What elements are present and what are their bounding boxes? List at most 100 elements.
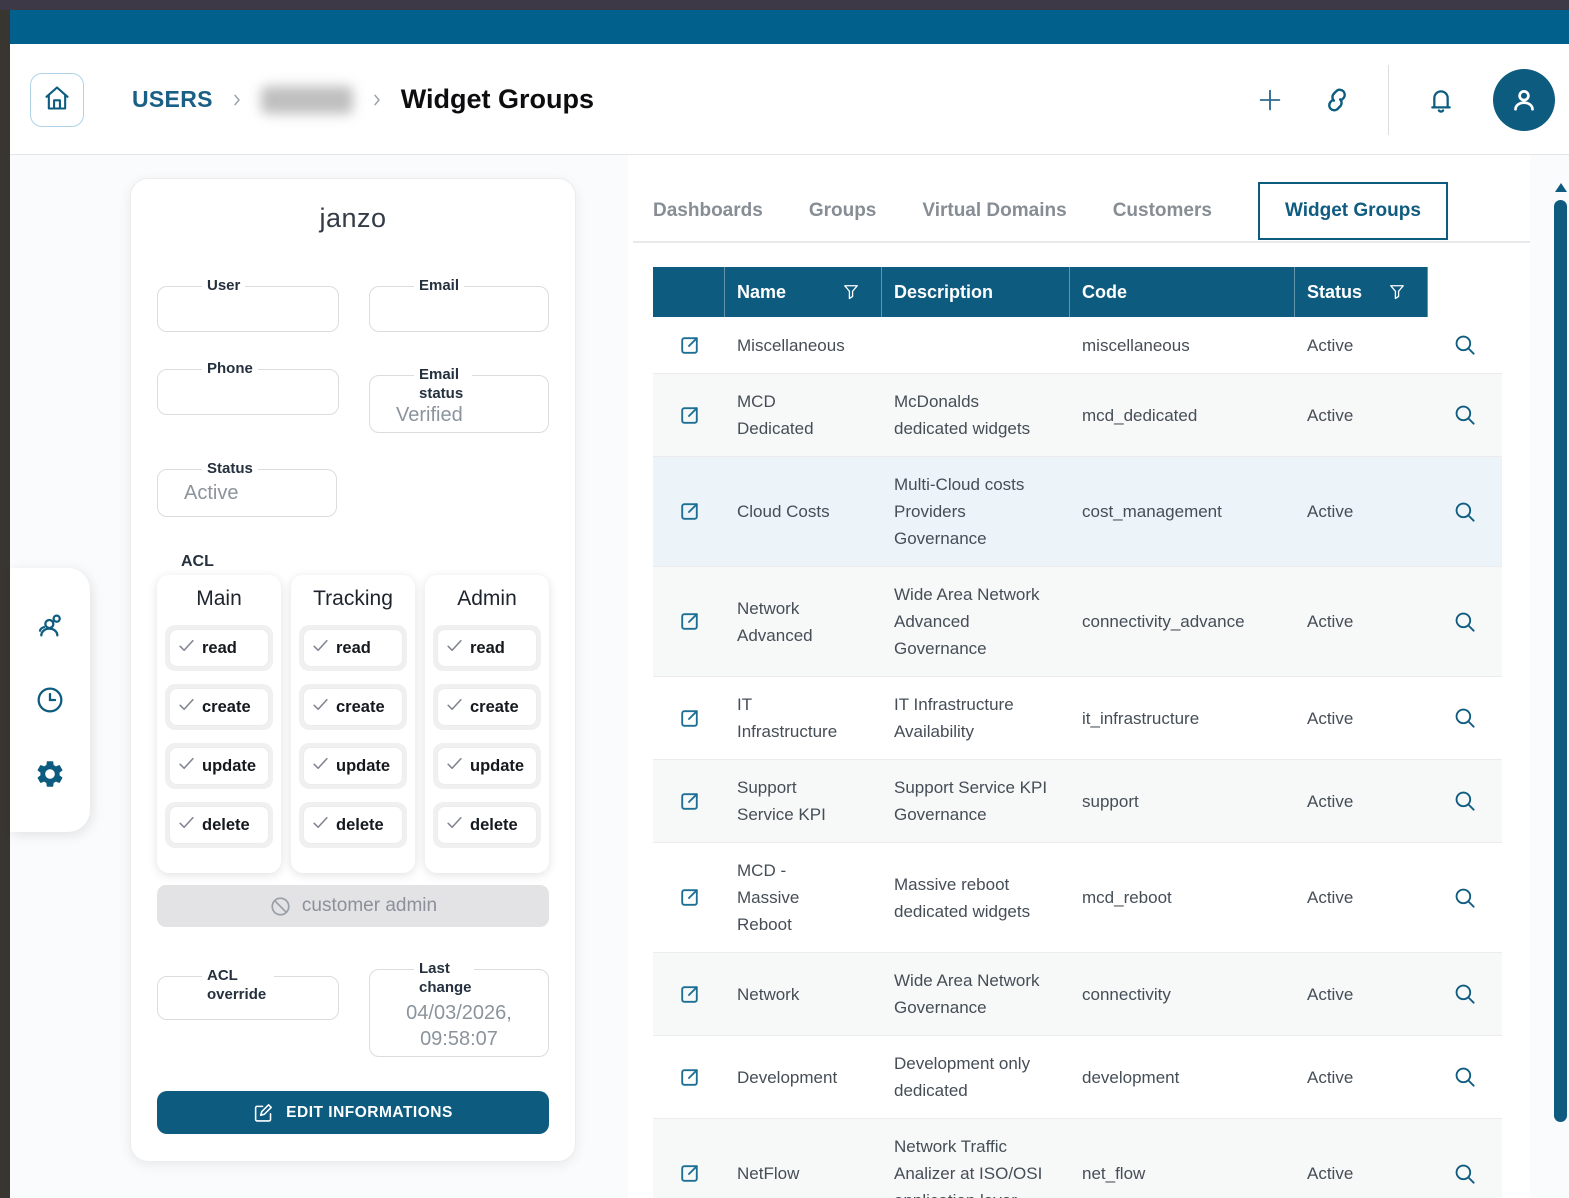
row-open-cell — [653, 485, 725, 538]
row-description: Development only dedicated — [894, 1054, 1031, 1100]
user-card-title: janzo — [319, 203, 387, 233]
permission-label: create — [336, 697, 385, 716]
external-link-icon[interactable] — [677, 982, 702, 1007]
top-accent-bar — [10, 10, 1569, 44]
row-status: Active — [1307, 335, 1354, 355]
row-code: mcd_reboot — [1082, 888, 1172, 907]
table-row: NetFlow Network Traffic Analizer at ISO/… — [653, 1119, 1502, 1198]
permission-item: create — [433, 684, 541, 730]
permission-item: read — [165, 625, 273, 671]
magnifier-icon[interactable] — [1452, 609, 1478, 635]
magnifier-icon[interactable] — [1452, 499, 1478, 525]
scrollbar-up-arrow[interactable] — [1555, 183, 1567, 192]
magnifier-icon[interactable] — [1452, 332, 1478, 358]
home-button[interactable] — [30, 73, 84, 127]
widget-groups-table: Name Description Code Status Miscellaneo… — [653, 267, 1502, 1198]
permission-label: delete — [336, 815, 384, 834]
external-link-icon[interactable] — [677, 1161, 702, 1186]
magnifier-icon[interactable] — [1452, 1064, 1478, 1090]
permission-label: delete — [202, 815, 250, 834]
scrollbar-thumb[interactable] — [1554, 200, 1567, 1122]
magnifier-icon[interactable] — [1452, 1161, 1478, 1187]
table-row: MCD - Massive Reboot Massive reboot dedi… — [653, 843, 1502, 953]
row-name: NetFlow — [737, 1164, 800, 1183]
permission-item: delete — [299, 802, 407, 848]
row-actions-cell — [1428, 318, 1502, 372]
user-avatar[interactable] — [1493, 68, 1555, 131]
check-icon — [311, 813, 330, 837]
external-link-icon[interactable] — [677, 499, 702, 524]
home-icon — [43, 84, 71, 117]
row-status: Active — [1307, 1164, 1354, 1183]
magnifier-icon[interactable] — [1452, 885, 1478, 911]
customer-admin-button[interactable]: customer admin — [157, 885, 549, 927]
permission-item: update — [299, 743, 407, 789]
breadcrumb-users-link[interactable]: USERS — [132, 86, 213, 113]
check-icon — [445, 754, 464, 778]
edit-informations-button[interactable]: EDIT INFORMATIONS — [157, 1091, 549, 1134]
filter-funnel-icon[interactable] — [841, 282, 861, 302]
email-field: Email — [369, 276, 549, 332]
row-open-cell — [653, 1051, 725, 1104]
tab-customers[interactable]: Customers — [1113, 200, 1212, 222]
external-link-icon[interactable] — [677, 333, 702, 358]
phone-field: Phone — [157, 359, 339, 415]
tab-virtual-domains[interactable]: Virtual Domains — [922, 200, 1066, 222]
notifications-bell-icon[interactable] — [1425, 84, 1457, 116]
user-field-label: User — [202, 276, 246, 295]
row-code: development — [1082, 1067, 1180, 1087]
row-description — [882, 331, 1070, 359]
external-link-icon[interactable] — [677, 789, 702, 814]
filter-funnel-icon[interactable] — [1387, 282, 1407, 302]
acl-group-title: Admin — [457, 587, 517, 610]
permission-item: delete — [165, 802, 273, 848]
tab-widget-groups[interactable]: Widget Groups — [1257, 182, 1448, 240]
tab-groups[interactable]: Groups — [809, 200, 877, 222]
history-clock-icon[interactable] — [34, 684, 66, 716]
settings-gear-icon[interactable] — [34, 758, 66, 790]
row-description: McDonalds dedicated widgets — [894, 392, 1031, 438]
external-link-icon[interactable] — [677, 1065, 702, 1090]
external-link-icon[interactable] — [677, 706, 702, 731]
row-status: Active — [1307, 1067, 1354, 1087]
check-icon — [311, 695, 330, 719]
last-change-field: Last change 04/03/2026, 09:58:07 — [369, 959, 549, 1057]
link-icon[interactable] — [1322, 85, 1352, 115]
permission-label: update — [336, 756, 391, 775]
tab-bar: Dashboards Groups Virtual Domains Custom… — [653, 180, 1448, 242]
external-link-icon[interactable] — [677, 403, 702, 428]
row-description: Support Service KPI Governance — [894, 778, 1048, 824]
permission-item: read — [433, 625, 541, 671]
users-icon[interactable] — [34, 610, 66, 642]
phone-field-label: Phone — [202, 359, 258, 378]
row-code: mcd_dedicated — [1082, 405, 1198, 425]
permission-label: read — [202, 638, 237, 657]
magnifier-icon[interactable] — [1452, 402, 1478, 428]
magnifier-icon[interactable] — [1452, 981, 1478, 1007]
chevron-right-icon — [229, 90, 245, 110]
breadcrumb-redacted-username[interactable] — [260, 85, 353, 114]
check-icon — [311, 636, 330, 660]
table-row: Development Development only dedicated d… — [653, 1036, 1502, 1119]
row-status: Active — [1307, 984, 1354, 1004]
magnifier-icon[interactable] — [1452, 788, 1478, 814]
magnifier-icon[interactable] — [1452, 705, 1478, 731]
external-link-icon[interactable] — [677, 609, 702, 634]
row-open-cell — [653, 775, 725, 828]
row-open-cell — [653, 692, 725, 745]
acl-override-field-label: ACL override — [202, 966, 274, 1004]
tab-dashboards[interactable]: Dashboards — [653, 200, 763, 222]
table-header-description: Description — [882, 267, 1070, 317]
check-icon — [445, 813, 464, 837]
external-link-icon[interactable] — [677, 885, 702, 910]
row-open-cell — [653, 871, 725, 924]
email-field-label: Email — [414, 276, 465, 295]
widget-groups-panel: Dashboards Groups Virtual Domains Custom… — [628, 155, 1530, 1198]
add-icon[interactable] — [1254, 84, 1286, 116]
table-header-name: Name — [725, 267, 882, 317]
row-description: Multi-Cloud costs Providers Governance — [894, 475, 1025, 548]
row-description: IT Infrastructure Availability — [894, 695, 1014, 741]
permission-label: delete — [470, 815, 518, 834]
header-divider — [1388, 64, 1389, 135]
table-row: Support Service KPI Support Service KPI … — [653, 760, 1502, 843]
